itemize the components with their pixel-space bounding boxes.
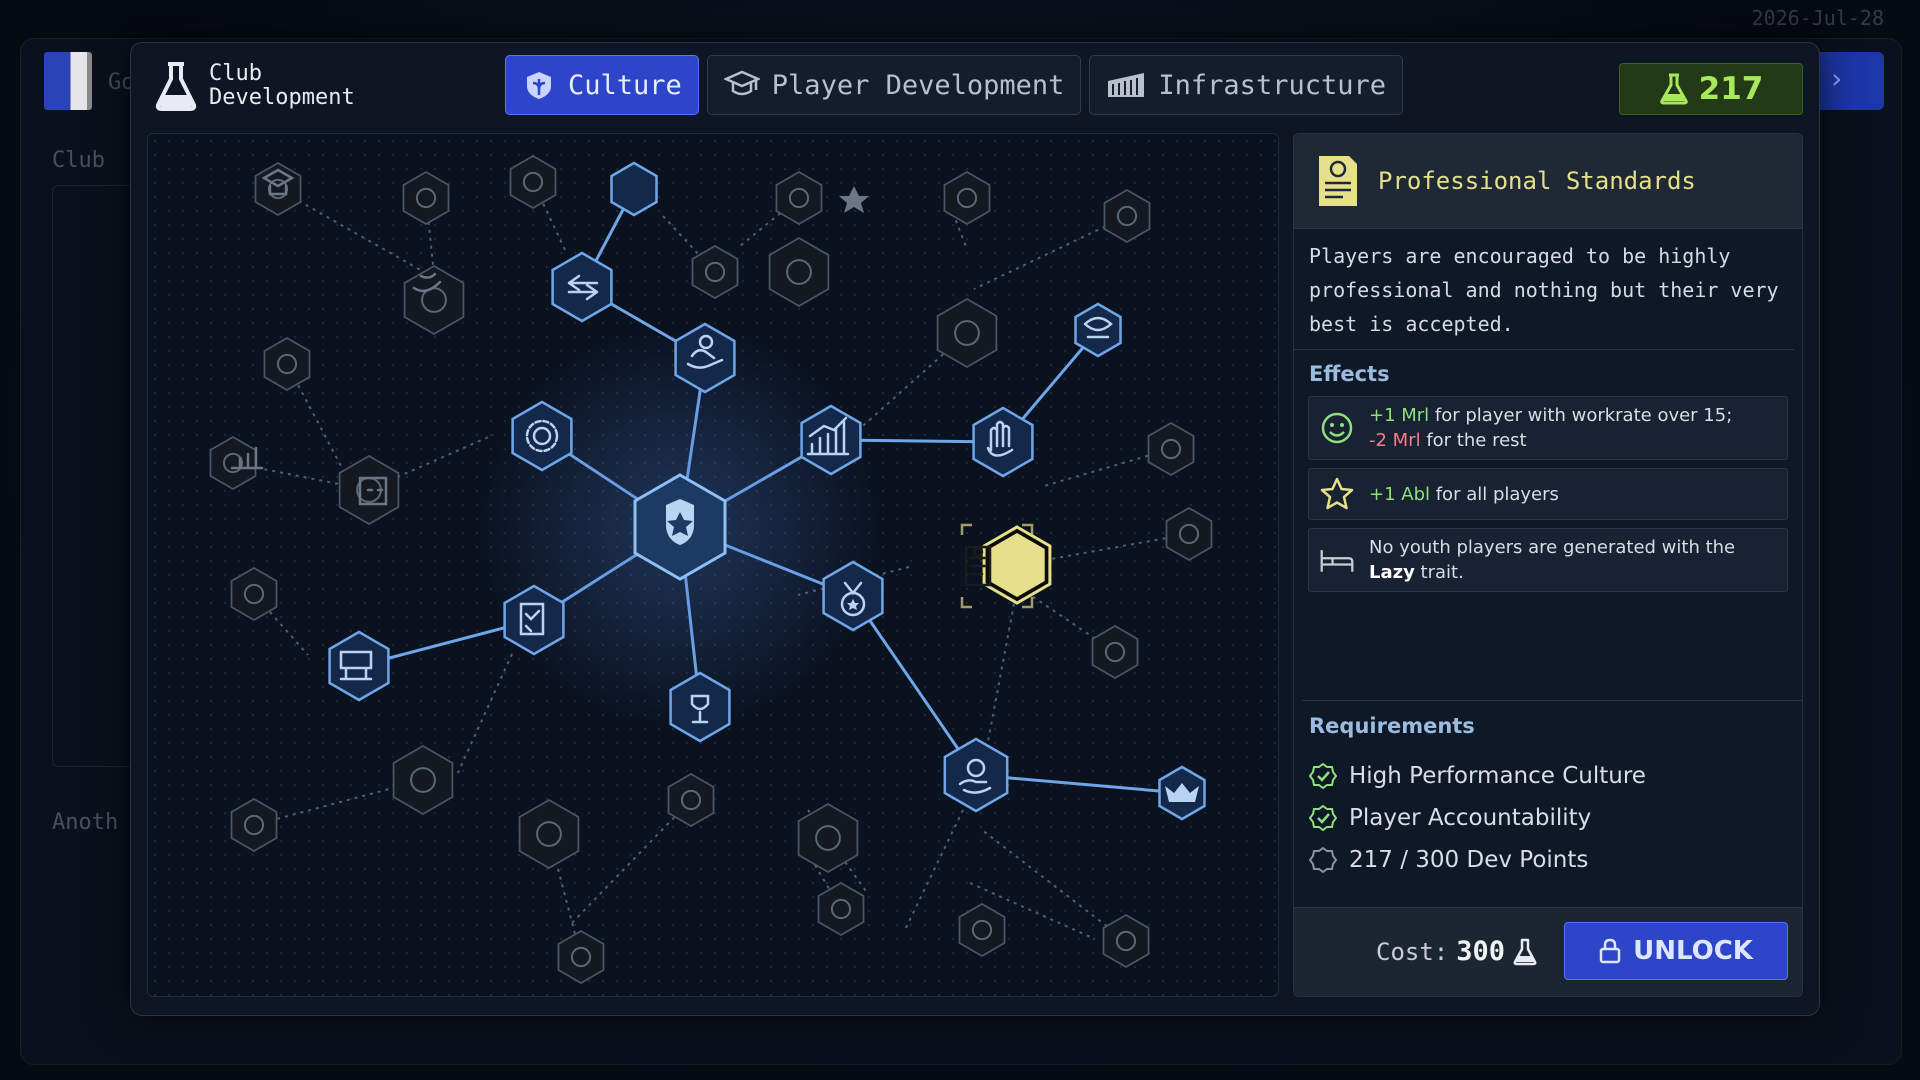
effect-item: +1 Abl for all players [1308,468,1788,520]
locked-skill-node[interactable] [1147,421,1195,477]
locked-skill-node[interactable] [797,802,859,874]
tab-player-development[interactable]: Player Development [706,55,1082,115]
locked-skill-node[interactable] [958,902,1006,958]
locked-skill-node[interactable] [557,929,605,985]
effect-text: No youth players are generated with the [1369,537,1736,558]
requirement-label: Player Accountability [1349,805,1592,831]
requirement-item: High Performance Culture [1294,755,1802,797]
locked-skill-node[interactable] [392,744,454,816]
tab-bar: Culture Player Development Infrastructur… [505,55,1403,115]
flask-icon [1659,73,1688,105]
smiley-icon [1321,412,1353,444]
check-badge-icon [1309,762,1337,790]
tab-culture[interactable]: Culture [505,55,699,115]
cost-value: 300 [1456,936,1506,967]
unlocked-skill-node[interactable] [328,630,390,702]
skill-tree [147,133,1279,997]
culture-icon [527,72,551,99]
club-flag [44,52,92,110]
tab-label: Infrastructure [1158,69,1386,101]
effect-text: for the rest [1420,430,1527,451]
requirement-label: 217 / 300 Dev Points [1349,847,1589,873]
background-label: Club [52,148,105,173]
locked-skill-node[interactable] [768,236,830,308]
dev-points-badge: 217 [1619,63,1803,115]
node-detail-footer: Cost: 300 UNLOCK [1294,907,1802,996]
certificate-icon [1319,156,1357,206]
mortarboard-icon [723,70,760,96]
node-detail-panel: Professional Standards Players are encou… [1293,133,1803,997]
requirement-label: High Performance Culture [1349,763,1646,789]
locked-skill-node[interactable] [263,336,311,392]
cost-label: Cost: [1376,937,1449,966]
locked-skill-node[interactable] [1102,913,1150,969]
empty-badge-icon [1309,846,1337,874]
effect-text: for player with workrate over 15; [1429,405,1733,426]
tab-infrastructure[interactable]: Infrastructure [1089,55,1403,115]
effect-text: trait. [1414,562,1464,583]
unlocked-skill-node[interactable] [551,251,613,323]
locked-skill-node[interactable] [402,170,450,226]
unlock-button[interactable]: UNLOCK [1564,922,1788,980]
effect-item: No youth players are generated with the … [1308,528,1788,592]
node-title: Professional Standards [1378,167,1696,195]
effect-value-positive: +1 Mrl [1369,405,1430,426]
effect-value-negative: -2 Mrl [1369,430,1421,451]
background-next-button [1810,52,1884,110]
dev-points-value: 217 [1698,71,1764,107]
unlock-label: UNLOCK [1633,936,1753,966]
tab-label: Culture [568,69,682,101]
tab-label: Player Development [771,69,1065,101]
locked-skill-node[interactable] [1103,188,1151,244]
requirements-heading: Requirements [1309,714,1475,738]
background-date: 2026-Jul-28 [1751,6,1884,30]
locked-skill-node[interactable] [936,297,998,369]
effects-heading: Effects [1309,362,1390,386]
effect-item: +1 Mrl for player with workrate over 15;… [1308,396,1788,460]
background-label: Anoth [52,810,119,835]
effect-value-positive: +1 Abl [1369,483,1430,505]
unlocked-skill-node[interactable] [610,161,658,217]
cost-display: Cost: 300 [1376,936,1537,967]
locked-skill-node[interactable] [1165,506,1213,562]
requirement-item: Player Accountability [1294,797,1802,839]
bed-icon [1320,550,1354,572]
club-development-modal: Club Development Culture Player Developm… [130,42,1820,1016]
locked-skill-node[interactable] [943,170,991,226]
skill-tree-canvas [209,154,1213,985]
requirements-list: High Performance Culture Player Accounta… [1294,755,1802,881]
chevron-right-icon: › [1828,62,1845,95]
star-icon [1320,477,1354,510]
locked-skill-node[interactable] [817,881,865,937]
modal-title-text: Club Development [209,61,355,110]
locked-skill-node[interactable] [775,170,823,226]
locked-skill-node[interactable] [667,772,715,828]
lock-icon [1599,938,1621,964]
locked-skill-node[interactable] [1091,624,1139,680]
locked-skill-node[interactable] [518,798,580,870]
modal-title: Club Development [153,61,409,111]
stadium-icon [1108,73,1145,97]
locked-skill-node[interactable] [509,154,557,210]
effect-trait: Lazy [1369,562,1415,583]
requirement-item: 217 / 300 Dev Points [1294,839,1802,881]
node-description: Players are encouraged to be highly prof… [1294,229,1794,350]
locked-skill-node[interactable] [230,797,278,853]
flask-icon [1513,938,1537,965]
effect-text: for all players [1430,483,1559,505]
check-badge-icon [1309,804,1337,832]
flask-icon [155,62,197,111]
node-detail-header: Professional Standards [1294,134,1802,229]
locked-skill-node[interactable] [691,244,739,300]
